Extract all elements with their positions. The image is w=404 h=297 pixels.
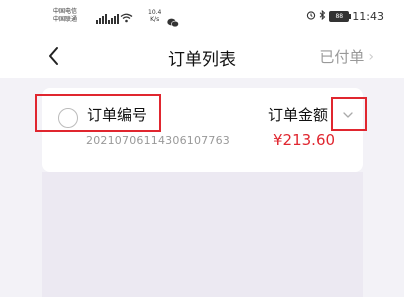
order-number-value: 20210706114306107763 bbox=[86, 134, 230, 147]
alarm-icon bbox=[306, 10, 316, 23]
highlight-box-expand bbox=[331, 97, 367, 131]
highlight-box-order-number bbox=[35, 94, 161, 132]
wifi-icon bbox=[120, 13, 133, 25]
order-amount-label: 订单金额 bbox=[268, 106, 329, 124]
order-amount-value: ¥213.60 bbox=[273, 131, 336, 149]
paid-orders-link[interactable]: 已付单 › bbox=[319, 46, 374, 67]
status-time: 11:43 bbox=[352, 10, 384, 23]
status-right: 88 11:43 bbox=[306, 9, 384, 23]
carrier-labels: 中国电信 中国联通 bbox=[53, 8, 77, 24]
carrier-2: 中国联通 bbox=[53, 16, 78, 23]
network-speed: 10.4 K/s bbox=[148, 9, 161, 23]
chevron-right-icon: › bbox=[368, 48, 374, 65]
network-speed-unit: K/s bbox=[150, 16, 160, 23]
status-bar: 中国电信 中国联通 10.4 K/s 88 11:43 bbox=[0, 0, 404, 36]
carrier-1: 中国电信 bbox=[53, 8, 78, 15]
order-details-panel bbox=[42, 172, 363, 297]
signal-icon bbox=[96, 12, 107, 24]
network-speed-value: 10.4 bbox=[148, 9, 162, 16]
nav-bar: 订单列表 已付单 › bbox=[0, 36, 404, 78]
paid-orders-label: 已付单 bbox=[319, 48, 365, 66]
bluetooth-icon bbox=[319, 9, 326, 23]
signal-icon bbox=[108, 12, 119, 24]
battery-icon: 88 bbox=[329, 11, 352, 22]
wechat-icon bbox=[167, 13, 179, 28]
